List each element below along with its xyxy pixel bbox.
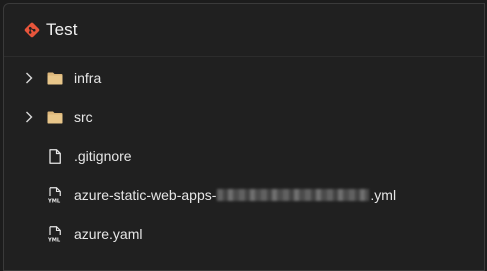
tree-item-azure-static-web-apps[interactable]: YML azure-static-web-apps- .yml bbox=[4, 181, 484, 209]
svg-text:YML: YML bbox=[48, 199, 61, 204]
git-icon bbox=[24, 22, 40, 38]
file-icon bbox=[46, 147, 64, 165]
repo-title: Test bbox=[46, 20, 78, 39]
tree-item-label: infra bbox=[74, 70, 102, 86]
redacted-text bbox=[217, 189, 370, 201]
tree-item-label: src bbox=[74, 109, 93, 125]
tree-item-label: azure-static-web-apps- .yml bbox=[74, 187, 396, 203]
explorer-panel: Test infra src .gitignore YML azure-stat… bbox=[3, 3, 485, 271]
tree-item-label: .gitignore bbox=[74, 148, 132, 164]
file-name-prefix: azure-static-web-apps- bbox=[74, 187, 217, 203]
svg-text:YML: YML bbox=[48, 238, 61, 243]
tree-item-infra[interactable]: infra bbox=[4, 64, 484, 92]
yml-icon: YML bbox=[46, 186, 64, 204]
tree-item-src[interactable]: src bbox=[4, 103, 484, 131]
file-name-suffix: .yml bbox=[370, 187, 397, 203]
folder-icon bbox=[46, 108, 64, 126]
repo-header: Test bbox=[4, 4, 484, 57]
tree-item-azure-yaml[interactable]: YML azure.yaml bbox=[4, 220, 484, 248]
chevron-right-icon[interactable] bbox=[24, 110, 34, 124]
tree-item-gitignore[interactable]: .gitignore bbox=[4, 142, 484, 170]
chevron-right-icon[interactable] bbox=[24, 71, 34, 85]
folder-icon bbox=[46, 69, 64, 87]
yml-icon: YML bbox=[46, 225, 64, 243]
tree-item-label: azure.yaml bbox=[74, 226, 143, 242]
